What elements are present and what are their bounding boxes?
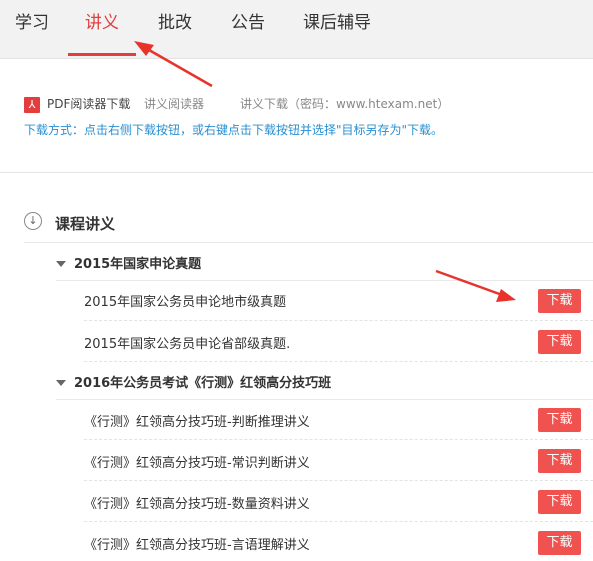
group-title-2015[interactable]: 2015年国家申论真题 <box>56 253 201 272</box>
list-item: 《行测》红领高分技巧班-常识判断讲义 <box>84 456 310 471</box>
row-divider <box>84 361 593 362</box>
active-tab-indicator <box>68 53 136 56</box>
download-button[interactable]: 下载 <box>538 330 581 354</box>
section-divider <box>0 172 593 173</box>
download-button[interactable]: 下载 <box>538 289 581 313</box>
list-item: 《行测》红领高分技巧班-判断推理讲义 <box>84 415 310 430</box>
group-rule <box>56 280 593 281</box>
section-title: 课程讲义 <box>55 215 116 233</box>
tab-grading[interactable]: 批改 <box>157 0 193 58</box>
tab-handouts[interactable]: 讲义 <box>84 0 120 58</box>
tab-study[interactable]: 学习 <box>14 0 50 58</box>
pdf-reader-download-link[interactable]: PDF阅读器下载 <box>47 95 130 112</box>
list-item: 2015年国家公务员申论地市级真题 <box>84 295 287 310</box>
download-button[interactable]: 下载 <box>538 490 581 514</box>
arrow-to-download-button <box>435 269 516 302</box>
download-info-panel: ⅄ PDF阅读器下载 讲义阅读器 讲义下载（密码：www.htexam.net）… <box>0 59 593 172</box>
download-button[interactable]: 下载 <box>538 449 581 473</box>
top-tab-bar: 学习 讲义 批改 公告 课后辅导 <box>0 0 593 59</box>
row-divider <box>84 439 593 440</box>
row-divider <box>84 320 593 321</box>
group-rule <box>56 399 593 400</box>
group-title-label: 2016年公务员考试《行测》红领高分技巧班 <box>74 376 332 391</box>
caret-down-icon <box>56 260 66 267</box>
handout-reader-link[interactable]: 讲义阅读器 <box>144 95 204 112</box>
download-button[interactable]: 下载 <box>538 531 581 555</box>
tab-tutoring[interactable]: 课后辅导 <box>303 0 371 58</box>
pdf-icon: ⅄ <box>24 97 40 113</box>
row-divider <box>84 480 593 481</box>
handout-download-password: 讲义下载（密码：www.htexam.net） <box>240 97 450 111</box>
list-item: 《行测》红领高分技巧班-言语理解讲义 <box>84 538 310 553</box>
group-title-2016[interactable]: 2016年公务员考试《行测》红领高分技巧班 <box>56 372 331 391</box>
download-button[interactable]: 下载 <box>538 408 581 432</box>
group-title-label: 2015年国家申论真题 <box>74 257 202 272</box>
list-item: 2015年国家公务员申论省部级真题. <box>84 337 291 352</box>
section-title-rule <box>24 242 593 243</box>
tab-announcements[interactable]: 公告 <box>230 0 266 58</box>
caret-down-icon <box>56 379 66 386</box>
row-divider <box>84 521 593 522</box>
download-circle-icon: ↓ <box>24 212 42 230</box>
download-method-text: 下载方式：点击右侧下载按钮，或右键点击下载按钮并选择"目标另存为"下载。 <box>24 123 444 137</box>
list-item: 《行测》红领高分技巧班-数量资料讲义 <box>84 497 310 512</box>
